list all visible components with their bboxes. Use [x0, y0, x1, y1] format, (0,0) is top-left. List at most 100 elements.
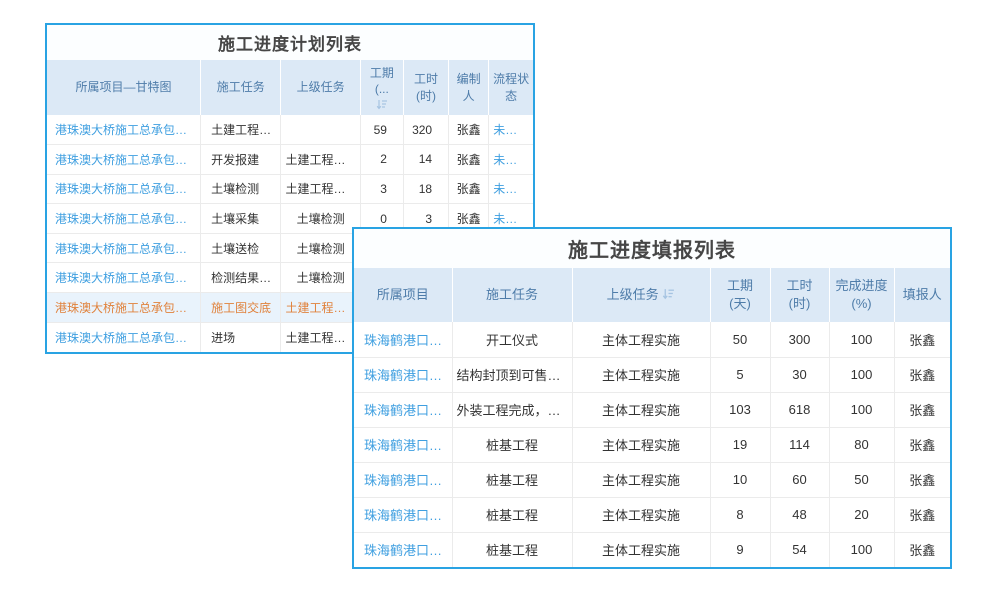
author-cell: 张鑫 [449, 174, 489, 204]
project-cell[interactable]: 港珠澳大桥施工总承包项目 [47, 115, 201, 145]
task-cell: 开发报建 [201, 145, 281, 175]
task-cell: 施工图交底 [201, 293, 281, 323]
col-header-label-unit: (时) [775, 295, 825, 313]
project-cell[interactable]: 珠海鹤港口建设 [354, 427, 452, 462]
col-header-task: 施工任务 [201, 60, 281, 115]
table-row[interactable]: 珠海鹤港口建设桩基工程主体工程实施954100张鑫 [354, 532, 950, 567]
parent-task-cell: 主体工程实施 [572, 392, 710, 427]
table-row[interactable]: 港珠澳大桥施工总承包项目土建工程施工59320张鑫未提交 [47, 115, 533, 145]
progress-cell: 80 [829, 427, 894, 462]
hours-cell: 618 [770, 392, 829, 427]
parent-task-cell: 土壤检测 [281, 263, 360, 293]
project-cell[interactable]: 港珠澳大桥施工总承包项目 [47, 204, 201, 234]
col-header-label-unit: (天) [715, 295, 766, 313]
reporter-cell: 张鑫 [894, 322, 950, 357]
progress-cell: 100 [829, 532, 894, 567]
project-cell[interactable]: 珠海鹤港口建设 [354, 322, 452, 357]
progress-cell: 100 [829, 322, 894, 357]
task-cell: 进场 [201, 322, 281, 352]
project-cell[interactable]: 港珠澳大桥施工总承包项目 [47, 174, 201, 204]
parent-task-cell: 主体工程实施 [572, 497, 710, 532]
project-cell[interactable]: 港珠澳大桥施工总承包项目 [47, 233, 201, 263]
col-header-label: 编制人 [457, 72, 481, 102]
parent-task-cell: 主体工程实施 [572, 322, 710, 357]
parent-task-cell: 土建工程施工 [281, 322, 360, 352]
project-cell[interactable]: 港珠澳大桥施工总承包项目 [47, 322, 201, 352]
col-header-label: 工期 [727, 278, 753, 293]
project-cell[interactable]: 珠海鹤港口建设 [354, 392, 452, 427]
task-cell: 土壤采集 [201, 204, 281, 234]
hours-cell: 54 [770, 532, 829, 567]
parent-task-cell: 主体工程实施 [572, 427, 710, 462]
duration-cell: 19 [710, 427, 770, 462]
project-cell[interactable]: 珠海鹤港口建设 [354, 462, 452, 497]
task-cell: 桩基工程 [452, 532, 572, 567]
table-row[interactable]: 珠海鹤港口建设桩基工程主体工程实施1911480张鑫 [354, 427, 950, 462]
project-cell[interactable]: 珠海鹤港口建设 [354, 497, 452, 532]
col-header-label: 所属项目—甘特图 [76, 80, 172, 94]
report-header-row: 所属项目 施工任务 上级任务 工期 (天) 工时 [354, 268, 950, 322]
project-cell[interactable]: 珠海鹤港口建设 [354, 532, 452, 567]
progress-cell: 100 [829, 357, 894, 392]
progress-cell: 20 [829, 497, 894, 532]
project-cell[interactable]: 港珠澳大桥施工总承包项目 [47, 293, 201, 323]
hours-cell: 18 [403, 174, 448, 204]
project-cell[interactable]: 珠海鹤港口建设 [354, 357, 452, 392]
col-header-label: 工期 [370, 66, 394, 80]
table-row[interactable]: 珠海鹤港口建设桩基工程主体工程实施84820张鑫 [354, 497, 950, 532]
task-cell: 外装工程完成，拆... [452, 392, 572, 427]
sort-descending-icon[interactable] [376, 99, 388, 110]
col-header-label-unit: (时) [407, 88, 445, 104]
task-cell: 开工仪式 [452, 322, 572, 357]
plan-header-row: 所属项目—甘特图 施工任务 上级任务 工期 (... 工时 (时) [47, 60, 533, 115]
task-cell: 结构封顶到可售状态 [452, 357, 572, 392]
hours-cell: 60 [770, 462, 829, 497]
parent-task-cell: 主体工程实施 [572, 462, 710, 497]
col-header-duration[interactable]: 工期 (... [360, 60, 403, 115]
table-row[interactable]: 港珠澳大桥施工总承包项目开发报建土建工程施工214张鑫未提交 [47, 145, 533, 175]
task-cell: 桩基工程 [452, 462, 572, 497]
reporter-cell: 张鑫 [894, 497, 950, 532]
duration-cell: 3 [360, 174, 403, 204]
hours-cell: 14 [403, 145, 448, 175]
reporter-cell: 张鑫 [894, 392, 950, 427]
hours-cell: 30 [770, 357, 829, 392]
parent-task-cell [281, 115, 360, 145]
duration-cell: 9 [710, 532, 770, 567]
col-header-hours: 工时 (时) [770, 268, 829, 322]
col-header-label: 工时 [414, 72, 438, 86]
task-cell: 桩基工程 [452, 497, 572, 532]
hours-cell: 114 [770, 427, 829, 462]
table-row[interactable]: 珠海鹤港口建设结构封顶到可售状态主体工程实施530100张鑫 [354, 357, 950, 392]
parent-task-cell: 主体工程实施 [572, 532, 710, 567]
table-row[interactable]: 珠海鹤港口建设开工仪式主体工程实施50300100张鑫 [354, 322, 950, 357]
status-cell[interactable]: 未提交 [489, 145, 533, 175]
col-header-author: 编制人 [449, 60, 489, 115]
status-cell[interactable]: 未提交 [489, 174, 533, 204]
col-header-reporter: 填报人 [894, 268, 950, 322]
col-header-label: 填报人 [903, 287, 942, 302]
report-table: 所属项目 施工任务 上级任务 工期 (天) 工时 [354, 268, 950, 567]
task-cell: 土建工程施工 [201, 115, 281, 145]
table-row[interactable]: 港珠澳大桥施工总承包项目土壤检测土建工程施工318张鑫未提交 [47, 174, 533, 204]
col-header-parent-task[interactable]: 上级任务 [572, 268, 710, 322]
table-row[interactable]: 珠海鹤港口建设外装工程完成，拆...主体工程实施103618100张鑫 [354, 392, 950, 427]
reporter-cell: 张鑫 [894, 427, 950, 462]
plan-list-title: 施工进度计划列表 [47, 25, 533, 60]
col-header-hours: 工时 (时) [403, 60, 448, 115]
col-header-label: 完成进度 (%) [835, 278, 887, 311]
report-list-title: 施工进度填报列表 [354, 229, 950, 268]
col-header-label: 施工任务 [217, 80, 265, 94]
project-cell[interactable]: 港珠澳大桥施工总承包项目 [47, 145, 201, 175]
col-header-label-truncated: (... [364, 81, 400, 97]
task-cell: 桩基工程 [452, 427, 572, 462]
sort-descending-icon[interactable] [662, 288, 675, 300]
status-cell[interactable]: 未提交 [489, 115, 533, 145]
progress-cell: 100 [829, 392, 894, 427]
parent-task-cell: 土壤检测 [281, 204, 360, 234]
table-row[interactable]: 珠海鹤港口建设桩基工程主体工程实施106050张鑫 [354, 462, 950, 497]
project-cell[interactable]: 港珠澳大桥施工总承包项目 [47, 263, 201, 293]
duration-cell: 59 [360, 115, 403, 145]
col-header-label: 上级任务 [607, 287, 659, 302]
col-header-status: 流程状态 [489, 60, 533, 115]
